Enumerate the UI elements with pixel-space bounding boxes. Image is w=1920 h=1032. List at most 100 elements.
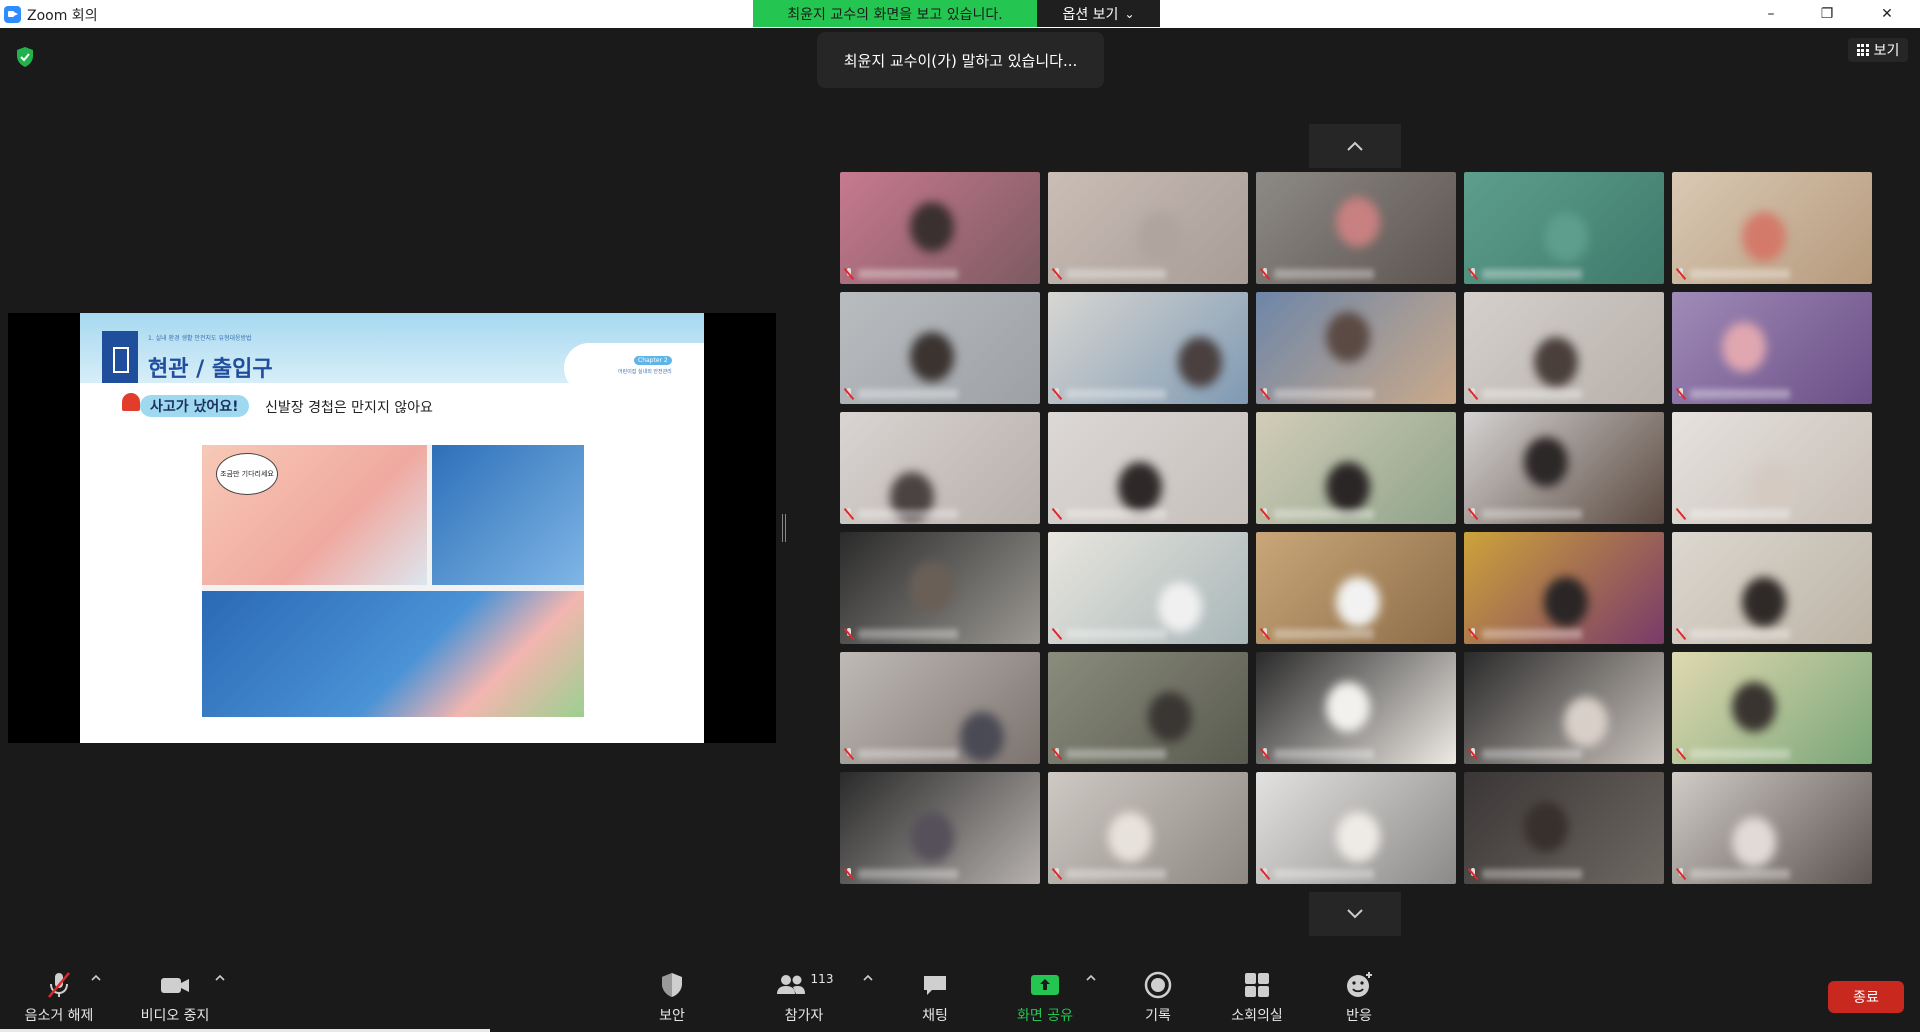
video-camera-icon	[161, 978, 189, 993]
participant-video-tile[interactable]	[1048, 292, 1248, 404]
participant-video-tile[interactable]	[840, 292, 1040, 404]
audio-options-caret-icon[interactable]	[90, 972, 102, 984]
participant-video-tile[interactable]	[1256, 412, 1456, 524]
participant-video-feed	[1524, 802, 1568, 852]
active-speaker-indicator: 최윤지 교수이(가) 말하고 있습니다...	[817, 32, 1104, 88]
participants-options-caret-icon[interactable]	[862, 972, 874, 984]
participant-name-tag	[844, 266, 974, 282]
participant-video-tile[interactable]	[840, 172, 1040, 284]
comic-panel-2	[432, 445, 584, 585]
participant-video-feed	[1752, 462, 1796, 512]
reactions-button[interactable]: 반응	[1336, 968, 1382, 1028]
participant-video-tile[interactable]	[1256, 172, 1456, 284]
participant-video-feed	[910, 562, 954, 612]
participant-video-feed	[1336, 577, 1380, 627]
participant-name-tag	[1468, 746, 1598, 762]
participant-video-tile[interactable]	[840, 532, 1040, 644]
reactions-smiley-icon	[1347, 972, 1372, 997]
video-options-caret-icon[interactable]	[214, 972, 226, 984]
close-button[interactable]: ✕	[1864, 0, 1910, 28]
microphone-muted-icon	[1676, 628, 1686, 640]
participant-name-tag	[1052, 386, 1182, 402]
participant-video-tile[interactable]	[1256, 772, 1456, 884]
participant-video-tile[interactable]	[1464, 412, 1664, 524]
participants-label: 참가자	[784, 1008, 824, 1024]
split-view-divider-handle[interactable]	[782, 514, 786, 542]
participant-video-feed	[1178, 337, 1222, 387]
participants-button[interactable]: 113 참가자	[770, 968, 838, 1028]
view-layout-label: 보기	[1873, 43, 1900, 59]
slide-alert-pill: 사고가 났어요!	[140, 395, 249, 417]
participant-video-tile[interactable]	[840, 772, 1040, 884]
record-icon	[1144, 971, 1172, 999]
minimize-button[interactable]: –	[1748, 0, 1794, 28]
participant-video-tile[interactable]	[1672, 532, 1872, 644]
participant-video-tile[interactable]	[1464, 292, 1664, 404]
participant-video-tile[interactable]	[1672, 292, 1872, 404]
reactions-label: 반응	[1346, 1008, 1372, 1024]
share-options-caret-icon[interactable]	[1085, 972, 1097, 984]
microphone-muted-icon	[1468, 748, 1478, 760]
participant-name-blurred	[1690, 749, 1790, 759]
participant-name-blurred	[1066, 509, 1166, 519]
participant-name-tag	[1052, 866, 1182, 882]
end-meeting-button[interactable]: 종료	[1828, 981, 1904, 1013]
participant-video-tile[interactable]	[1464, 532, 1664, 644]
participant-name-blurred	[1690, 629, 1790, 639]
siren-icon	[122, 393, 140, 411]
grid-icon	[1856, 44, 1869, 56]
participant-video-tile[interactable]	[1048, 652, 1248, 764]
participant-video-tile[interactable]	[1048, 172, 1248, 284]
participant-video-tile[interactable]	[1048, 772, 1248, 884]
microphone-muted-icon	[1052, 268, 1062, 280]
participant-video-tile[interactable]	[840, 652, 1040, 764]
participant-video-tile[interactable]	[1256, 532, 1456, 644]
slide-heading: 현관 / 출입구	[148, 357, 273, 382]
participant-video-tile[interactable]	[1256, 292, 1456, 404]
microphone-muted-icon	[1052, 868, 1062, 880]
participant-video-tile[interactable]	[1464, 772, 1664, 884]
participant-name-tag	[844, 746, 974, 762]
stop-video-button[interactable]: 비디오 중지	[132, 968, 218, 1028]
restore-button[interactable]: ❐	[1804, 0, 1850, 28]
participant-video-tile[interactable]	[1672, 652, 1872, 764]
record-button[interactable]: 기록	[1136, 968, 1180, 1028]
participant-video-feed	[1564, 697, 1608, 747]
microphone-muted-icon	[1468, 388, 1478, 400]
chat-button[interactable]: 채팅	[912, 968, 958, 1028]
breakout-rooms-button[interactable]: 소회의실	[1224, 968, 1290, 1028]
shared-screen[interactable]: 1. 실내 환경 생활 안전지도 유형대응방법 현관 / 출입구 Chapter…	[8, 313, 776, 743]
security-button[interactable]: 보안	[648, 968, 696, 1028]
window-title: Zoom 회의	[27, 8, 98, 24]
participant-name-blurred	[1274, 869, 1374, 879]
participant-video-tile[interactable]	[840, 412, 1040, 524]
participant-name-tag	[1260, 506, 1390, 522]
slide-comic-illustration: 조금만 기다리세요	[202, 445, 584, 717]
participant-video-feed	[1732, 682, 1776, 732]
participant-video-tile[interactable]	[1672, 412, 1872, 524]
participant-video-tile[interactable]	[1464, 172, 1664, 284]
participant-video-tile[interactable]	[1256, 652, 1456, 764]
view-options-button[interactable]: 옵션 보기 ⌄	[1037, 0, 1160, 27]
participant-video-tile[interactable]	[1672, 172, 1872, 284]
participant-video-tile[interactable]	[1672, 772, 1872, 884]
microphone-muted-icon	[844, 508, 854, 520]
participant-video-feed	[1158, 582, 1202, 632]
participant-name-blurred	[1690, 869, 1790, 879]
participant-video-tile[interactable]	[1464, 652, 1664, 764]
chat-bubble-icon	[924, 976, 946, 995]
participant-video-tile[interactable]	[1048, 412, 1248, 524]
participant-video-feed	[1326, 462, 1370, 512]
participant-video-feed	[1544, 212, 1588, 262]
encryption-shield-icon[interactable]	[16, 47, 34, 67]
microphone-muted-icon	[1468, 628, 1478, 640]
share-screen-button[interactable]: 화면 공유	[1010, 968, 1080, 1028]
participant-name-blurred	[1274, 269, 1374, 279]
participant-video-feed	[1148, 692, 1192, 742]
breakout-rooms-icon	[1245, 973, 1269, 997]
gallery-prev-page-button[interactable]	[1309, 124, 1401, 168]
gallery-next-page-button[interactable]	[1309, 892, 1401, 936]
view-layout-button[interactable]: 보기	[1848, 38, 1908, 62]
chevron-up-icon	[1347, 141, 1363, 151]
participant-video-tile[interactable]	[1048, 532, 1248, 644]
